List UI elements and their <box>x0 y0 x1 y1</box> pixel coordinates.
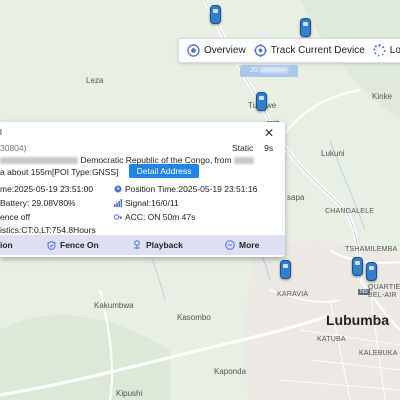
vehicle-marker[interactable] <box>300 18 311 37</box>
vehicle-marker[interactable] <box>280 260 291 279</box>
address-line: Democratic Republic of the Congo, from <box>0 155 254 165</box>
load-button[interactable]: Loa <box>373 44 400 57</box>
popup-action-bar: ion Fence On Playback More <box>0 235 285 255</box>
redacted-text <box>233 157 254 165</box>
place-label-lukuni: Lukuni <box>321 149 345 158</box>
action-first-label: ion <box>0 240 13 250</box>
vehicle-marker[interactable] <box>352 257 363 276</box>
overview-button[interactable]: Overview <box>187 44 246 57</box>
place-label-lubumba: Lubumba <box>326 312 389 328</box>
map-toolbar: Overview Track Current Device Loa <box>178 38 400 63</box>
place-label-karavia: KARAVIA <box>277 291 309 298</box>
position-time: Position Time:2025-05-19 23:51:16 <box>125 184 258 194</box>
fence-status: ence off <box>0 212 31 222</box>
place-label-changalele: CHANGALELE <box>325 208 375 215</box>
place-label-leza: Leza <box>86 76 104 85</box>
route-pin-icon <box>134 240 140 249</box>
popup-title: l <box>0 127 2 137</box>
device-id: 30804) <box>0 143 27 153</box>
signal: Signal:16/0/11 <box>125 198 179 208</box>
fence-on-button[interactable]: Fence On <box>47 240 99 250</box>
device-status: Static 9s <box>232 143 274 153</box>
place-label-kipushi: Kipushi <box>116 389 143 398</box>
key-icon <box>114 214 122 220</box>
place-label-tshamilemba: TSHAMILEMBA <box>345 246 398 253</box>
device-name-tag[interactable]: 20 <box>240 65 298 77</box>
signal-icon <box>114 199 122 207</box>
statistics: istics:CT:0,LT:754.8Hours <box>0 225 96 235</box>
eye-icon <box>187 44 200 57</box>
road-shield-n5: N5 <box>358 289 370 295</box>
fence-on-label: Fence On <box>60 240 99 250</box>
load-label: Loa <box>389 45 400 56</box>
vehicle-marker[interactable] <box>256 92 267 111</box>
vehicle-marker[interactable] <box>366 262 377 281</box>
redacted-text <box>259 67 288 74</box>
playback-button[interactable]: Playback <box>132 240 183 250</box>
device-name-tag-text: 20 <box>250 67 258 74</box>
gps-time: me:2025-05-19 23:51:00 <box>0 184 94 194</box>
crosshair-icon <box>253 44 267 57</box>
place-label-kinke: Kinke <box>372 92 393 101</box>
position-time-row: Position Time:2025-05-19 23:51:16 <box>114 184 257 194</box>
overview-label: Overview <box>204 45 246 56</box>
acc: ACC: ON 50m 47s <box>125 212 196 222</box>
more-button[interactable]: More <box>225 240 259 250</box>
clock-icon <box>114 185 122 193</box>
address-detail: a about 155m[POI Type:GNSS] <box>0 167 119 177</box>
battery: Battery: 29.08V80% <box>0 198 76 208</box>
track-current-device-label: Track Current Device <box>270 45 365 56</box>
place-label-kakumbwa: Kakumbwa <box>94 301 134 310</box>
signal-row: Signal:16/0/11 <box>114 198 179 208</box>
loading-icon <box>373 44 386 57</box>
place-label-katuba: KATUBA <box>317 336 346 343</box>
acc-row: ACC: ON 50m 47s <box>114 212 195 222</box>
place-label-kalebuka: KALEBUKA <box>359 350 398 357</box>
action-button-first[interactable]: ion <box>0 240 13 250</box>
shield-check-icon <box>47 240 56 250</box>
more-label: More <box>239 240 260 250</box>
close-icon[interactable]: ✕ <box>264 126 274 140</box>
playback-label: Playback <box>146 240 183 250</box>
place-label-quartier-belair: QUARTIER BEL-AIR <box>368 284 400 299</box>
place-label-kaponda: Kaponda <box>214 367 247 376</box>
place-label-kasombo: Kasombo <box>177 313 211 322</box>
minus-circle-icon <box>225 240 235 250</box>
track-current-device-button[interactable]: Track Current Device <box>253 44 365 57</box>
redacted-text <box>0 157 78 165</box>
place-label-sapa: sapa <box>287 193 305 202</box>
detail-address-button[interactable]: Detail Address <box>129 164 199 178</box>
vehicle-marker[interactable] <box>210 5 221 24</box>
